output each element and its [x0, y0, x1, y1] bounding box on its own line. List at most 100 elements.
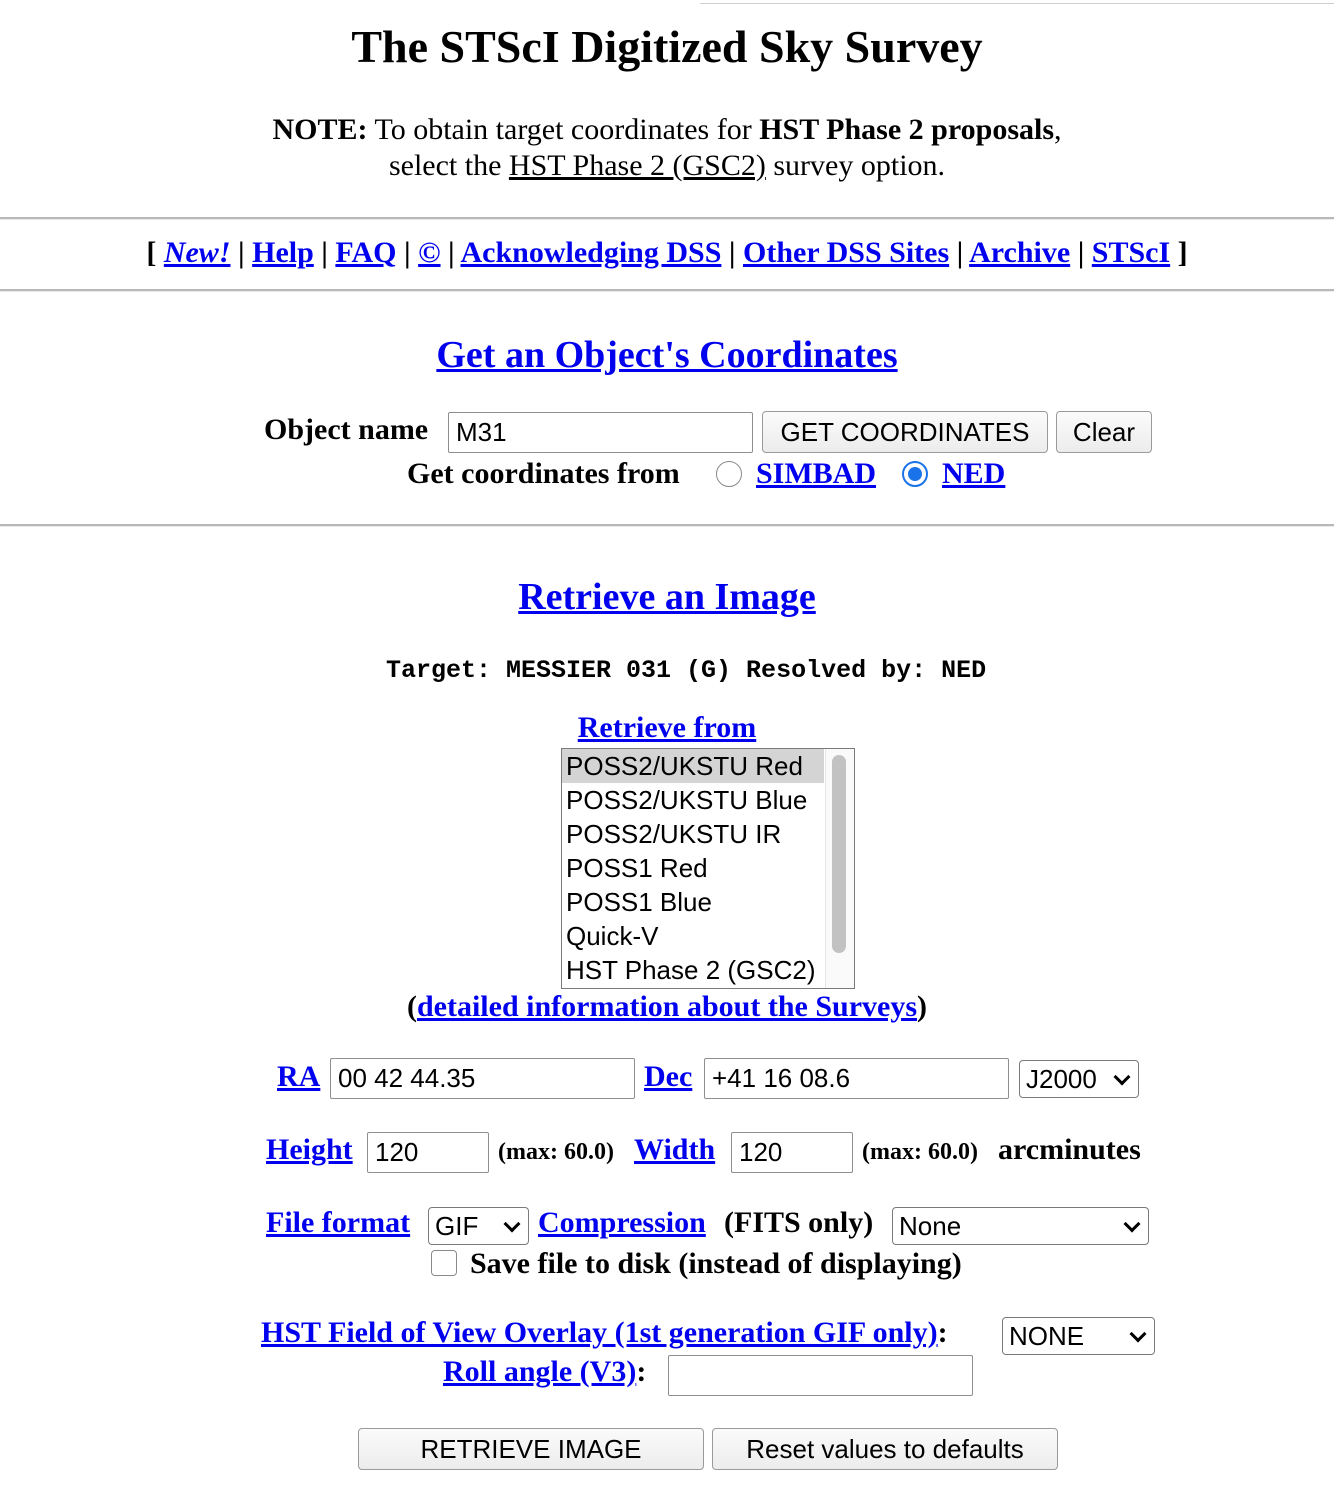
width-link[interactable]: Width	[634, 1133, 715, 1167]
survey-option[interactable]: Quick-V	[562, 919, 824, 953]
nav-link-help[interactable]: Help	[252, 236, 314, 269]
divider	[0, 289, 1334, 292]
width-input[interactable]: 120	[731, 1132, 853, 1173]
coords-heading-link[interactable]: Get an Object's Coordinates	[436, 334, 897, 376]
page-title: The STScI Digitized Sky Survey	[351, 21, 983, 72]
survey-option[interactable]: POSS1 Blue	[562, 885, 824, 919]
overlay-line: HST Field of View Overlay (1st generatio…	[261, 1316, 948, 1350]
ra-link[interactable]: RA	[277, 1060, 320, 1094]
file-format-value: GIF	[435, 1211, 479, 1241]
survey-option[interactable]: POSS2/UKSTU IR	[562, 817, 824, 851]
overlay-link[interactable]: HST Field of View Overlay (1st generatio…	[261, 1316, 938, 1349]
nav-sep: |	[396, 236, 419, 269]
width-max: (max: 60.0)	[862, 1139, 978, 1165]
units-label: arcminutes	[998, 1133, 1141, 1166]
overlay-select[interactable]: NONE	[1002, 1317, 1155, 1355]
nav-sep: |	[721, 236, 743, 269]
ned-radio[interactable]	[902, 461, 928, 487]
nav-link-faq[interactable]: FAQ	[335, 236, 396, 269]
divider	[0, 217, 1334, 220]
survey-info-open: (	[406, 990, 417, 1023]
roll-angle-input[interactable]	[668, 1355, 973, 1396]
nav-link-new[interactable]: New!	[164, 236, 231, 269]
nav-link-copyright[interactable]: ©	[418, 236, 440, 269]
nav-link-acknowledging[interactable]: Acknowledging DSS	[460, 236, 721, 269]
retrieve-from-heading: Retrieve from	[0, 711, 1334, 745]
clear-button[interactable]: Clear	[1056, 411, 1152, 453]
get-coordinates-button[interactable]: GET COORDINATES	[762, 411, 1048, 453]
retrieve-heading-link[interactable]: Retrieve an Image	[518, 576, 816, 618]
chevron-down-icon	[503, 1215, 521, 1233]
compression-select[interactable]: None	[892, 1207, 1149, 1245]
overlay-value: NONE	[1009, 1321, 1085, 1351]
listbox-scrollbar[interactable]	[825, 749, 854, 988]
roll-angle-colon: :	[636, 1355, 647, 1388]
height-max: (max: 60.0)	[498, 1139, 614, 1165]
dss-page: The STScI Digitized Sky Survey NOTE: To …	[0, 0, 1334, 1494]
note-text: To obtain target coordinates for	[367, 113, 760, 146]
nav-link-stsci[interactable]: STScI	[1092, 236, 1170, 269]
nav-sep: |	[949, 236, 970, 269]
nav-link-archive[interactable]: Archive	[969, 236, 1070, 269]
divider	[0, 524, 1334, 527]
top-border	[700, 3, 1334, 4]
height-input[interactable]: 120	[367, 1132, 489, 1173]
dec-input[interactable]: +41 16 08.6	[704, 1058, 1009, 1099]
survey-option[interactable]: POSS1 Red	[562, 851, 824, 885]
save-to-disk-checkbox[interactable]	[431, 1250, 457, 1276]
overlay-colon: :	[937, 1316, 948, 1349]
file-format-select[interactable]: GIF	[428, 1207, 529, 1245]
compression-link[interactable]: Compression	[538, 1206, 706, 1240]
retrieve-from-link[interactable]: Retrieve from	[578, 711, 757, 744]
nav-sep: |	[230, 236, 253, 269]
object-name-label: Object name	[264, 413, 429, 446]
nav-close-bracket: ]	[1170, 236, 1188, 269]
equinox-value: J2000	[1026, 1064, 1097, 1094]
target-status: Target: MESSIER 031 (G) Resolved by: NED	[386, 656, 987, 685]
survey-info-link[interactable]: detailed information about the Surveys	[417, 990, 917, 1023]
note-line-1: NOTE: To obtain target coordinates for H…	[0, 113, 1334, 147]
nav-link-other-sites[interactable]: Other DSS Sites	[743, 236, 949, 269]
file-format-link[interactable]: File format	[266, 1206, 410, 1240]
note-post: survey option.	[765, 149, 946, 182]
survey-info-line: (detailed information about the Surveys)	[0, 990, 1334, 1024]
equinox-select[interactable]: J2000	[1019, 1060, 1139, 1098]
survey-listbox[interactable]: POSS2/UKSTU Red POSS2/UKSTU Blue POSS2/U…	[561, 748, 855, 989]
height-link[interactable]: Height	[266, 1133, 353, 1167]
survey-option[interactable]: HST Phase 2 (GSC2)	[562, 953, 824, 987]
dec-link[interactable]: Dec	[644, 1060, 692, 1094]
chevron-down-icon	[1123, 1215, 1141, 1233]
ned-link[interactable]: NED	[942, 457, 1005, 491]
chevron-down-icon	[1129, 1325, 1147, 1343]
ra-input[interactable]: 00 42 44.35	[330, 1058, 635, 1099]
nav-sep: |	[440, 236, 461, 269]
save-to-disk-label: Save file to disk (instead of displaying…	[470, 1247, 962, 1280]
listbox-scrollbar-thumb[interactable]	[832, 755, 846, 953]
note-line-2: select the HST Phase 2 (GSC2) survey opt…	[0, 149, 1334, 183]
nav-bar: [ New! | Help | FAQ | © | Acknowledging …	[0, 236, 1334, 270]
roll-angle-link[interactable]: Roll angle (V3)	[443, 1355, 636, 1388]
reset-defaults-button[interactable]: Reset values to defaults	[712, 1428, 1058, 1470]
gsc2-link[interactable]: HST Phase 2 (GSC2)	[509, 149, 766, 182]
survey-option[interactable]: POSS2/UKSTU Blue	[562, 783, 824, 817]
coords-heading: Get an Object's Coordinates	[0, 333, 1334, 377]
nav-sep: |	[1070, 236, 1092, 269]
compression-value: None	[899, 1211, 962, 1241]
retrieve-heading: Retrieve an Image	[0, 575, 1334, 619]
note-bold: HST Phase 2 proposals	[759, 113, 1055, 146]
retrieve-image-button[interactable]: RETRIEVE IMAGE	[358, 1428, 704, 1470]
chevron-down-icon	[1113, 1068, 1131, 1086]
simbad-link[interactable]: SIMBAD	[756, 457, 876, 491]
nav-open-bracket: [	[146, 236, 164, 269]
note-comma: ,	[1054, 113, 1062, 146]
coords-from-label: Get coordinates from	[407, 457, 680, 490]
compression-note: (FITS only)	[724, 1206, 874, 1239]
note-label: NOTE:	[272, 113, 368, 146]
nav-sep: |	[313, 236, 336, 269]
survey-info-close: )	[917, 990, 927, 1023]
roll-angle-line: Roll angle (V3):	[443, 1355, 646, 1389]
survey-option[interactable]: POSS2/UKSTU Red	[562, 749, 824, 783]
object-name-input[interactable]: M31	[448, 412, 753, 453]
simbad-radio[interactable]	[716, 461, 742, 487]
note-pre: select the	[388, 149, 509, 182]
